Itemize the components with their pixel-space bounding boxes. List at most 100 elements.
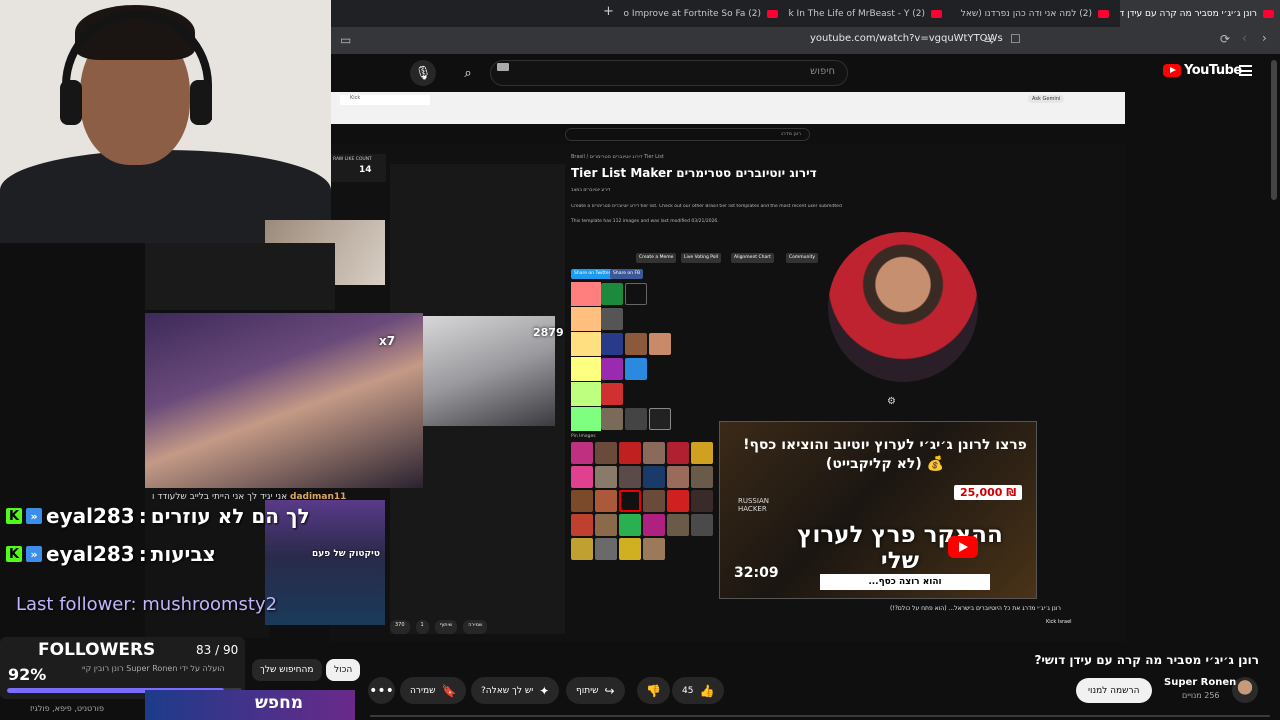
share-label: שיתוף <box>576 685 599 696</box>
pin-item <box>571 514 593 536</box>
chip-all[interactable]: הכול <box>326 659 361 681</box>
tier-row-a <box>571 307 601 331</box>
pin-item <box>595 442 617 464</box>
youtube-logo[interactable]: YouTube <box>1163 63 1242 78</box>
site-settings-icon[interactable]: ⇋ <box>984 33 994 47</box>
tab-breakup-video[interactable]: (2) למה אני ודה כהן נפרדנו (שאל ✕ <box>955 0 1115 27</box>
tier-row-c <box>571 357 601 381</box>
voice-search-icon[interactable]: 🎙 <box>410 60 436 86</box>
pin-item <box>595 466 617 488</box>
keyboard-icon[interactable] <box>497 63 509 71</box>
channel-name[interactable]: Super Ronen <box>1164 677 1236 688</box>
alignment-chart-button: Alignment Chart <box>731 253 774 263</box>
subscriber-count: 256 מנויים <box>1182 691 1220 700</box>
url-field[interactable]: youtube.com/watch?v=vgquWtYTOWs <box>810 33 1003 44</box>
raw-like-counter: RAW LIKE COUNT 14 <box>331 154 386 182</box>
new-tab-button[interactable]: + <box>603 4 614 19</box>
hamburger-menu-icon[interactable] <box>1239 65 1252 76</box>
thumbnail-money-badge: 25,000 ₪ <box>954 485 1023 500</box>
chat-colon: : <box>138 542 147 566</box>
multiplier-badge: x7 <box>379 334 396 348</box>
share-twitter-button: Share on Twitter <box>571 269 614 279</box>
inner-share: שיתוף <box>434 620 458 634</box>
pin-item <box>691 514 713 536</box>
tier-list-page: Brasil / דירוג יוטיוברים סטרימרים Tier L… <box>568 144 842 604</box>
tab-mrbeast-video[interactable]: (2) A Week In The Life of MrBeast - Y <box>788 0 948 27</box>
chip-from-search[interactable]: מהחיפוש שלך <box>252 659 322 681</box>
kick-logo-icon: K <box>6 546 22 562</box>
pin-item <box>691 466 713 488</box>
tier-row-s <box>571 282 601 306</box>
tier-item-thumb <box>601 283 623 305</box>
like-button[interactable]: 👍 45 <box>672 677 725 704</box>
search-input[interactable]: חיפוש <box>490 60 848 86</box>
chat-text: צביעות <box>150 542 216 566</box>
tab-active-video[interactable]: רונן ג׳יג׳י מסביר מה קרה עם עידן דושי? ✕ <box>1120 0 1280 27</box>
subscribe-button[interactable]: הרשמה למנוי <box>1076 678 1152 703</box>
thumbnail-headline: ההאקר פרץ לערוץ שלי <box>797 522 1003 574</box>
youtube-favicon-icon <box>1263 9 1274 18</box>
dislike-button[interactable]: 👎 <box>637 677 670 704</box>
community-button: Community <box>786 253 819 263</box>
thumbnail-caption: והוא רוצה כסף... <box>820 574 990 590</box>
pin-item <box>643 490 665 512</box>
tier-subtitle: דירוג יוטיוברים במצב <box>571 188 611 193</box>
tab-title: (2) How to Improve at Fortnite So Fa <box>624 8 761 19</box>
chat-username: eyal283 <box>46 542 135 566</box>
raw-like-label: RAW LIKE COUNT <box>333 157 372 162</box>
youtube-play-icon <box>1163 64 1181 77</box>
reload-icon[interactable]: ⟳ <box>1220 32 1230 46</box>
chat-message: K » eyal283 : לך הם לא עוזרים <box>6 502 310 530</box>
thumbs-down-icon: 👎 <box>646 683 661 698</box>
up-next-tags: פורטניט, פיפא, פולגיז <box>30 704 104 713</box>
pin-item <box>619 490 641 512</box>
tier-item-thumb <box>601 333 623 355</box>
video-title: רונן ג׳יג׳י מסביר מה קרה עם עידן דושי? <box>1034 653 1259 667</box>
more-actions-button[interactable]: ••• <box>368 677 395 704</box>
share-fb-button: Share on FB <box>610 269 644 279</box>
pin-item <box>643 538 665 560</box>
pin-item <box>691 490 713 512</box>
tier-breadcrumb: Brasil / דירוג יוטיוברים סטרימרים Tier L… <box>571 154 664 160</box>
search-icon[interactable]: ⌕ <box>455 60 481 86</box>
pin-images-label: Pin Images <box>571 434 596 439</box>
tab-fortnite-video[interactable]: (2) How to Improve at Fortnite So Fa <box>624 0 784 27</box>
chat-username: eyal283 <box>46 504 135 528</box>
up-next-thumbnail-text: מחפש <box>255 693 304 713</box>
inner-channel-name: Kick Israel <box>1046 619 1072 625</box>
pin-item <box>571 538 593 560</box>
forward-arrow-icon[interactable]: ‹ <box>1242 31 1247 45</box>
tier-item-thumb <box>649 408 671 430</box>
chat-colon: : <box>138 504 147 528</box>
up-next-thumbnail[interactable]: מחפש <box>145 690 355 720</box>
back-arrow-icon[interactable]: › <box>1262 31 1267 45</box>
last-follower-label: Last follower: mushroomsty2 <box>16 594 278 615</box>
tab-title: (2) למה אני ודה כהן נפרדנו (שאל <box>960 8 1092 19</box>
inner-tab: Kick <box>340 95 430 105</box>
ask-button[interactable]: ✦ יש לך שאלה? <box>471 677 560 704</box>
tier-item-thumb <box>601 383 623 405</box>
cast-icon[interactable]: ▭ <box>340 33 351 47</box>
mini-streamers-label: טיקטוק של פעם <box>312 549 380 559</box>
tier-item-thumb <box>625 358 647 380</box>
bookmark-icon[interactable]: ☐ <box>1010 32 1021 46</box>
inner-search-text: רונן מדרג <box>780 131 801 137</box>
youtube-favicon-icon <box>1098 9 1109 18</box>
inner-ask-gemini-button: Ask Gemini <box>1028 95 1065 103</box>
counter-badge: 2879 <box>533 326 564 339</box>
bookmark-save-icon: 🔖 <box>441 683 457 698</box>
sparkle-icon: ✦ <box>539 683 550 698</box>
streamer-webcam <box>0 0 331 243</box>
youtube-favicon-icon <box>767 9 778 18</box>
page-scrollbar[interactable] <box>1271 60 1277 200</box>
youtube-logo-text: YouTube <box>1184 63 1242 78</box>
pin-item <box>619 514 641 536</box>
raw-like-value: 14 <box>359 165 372 175</box>
pin-item <box>667 514 689 536</box>
chat-message: K » eyal283 : צביעות <box>6 540 216 568</box>
pin-item <box>571 466 593 488</box>
tier-row-e <box>571 407 601 431</box>
save-button[interactable]: 🔖 שמירה <box>400 677 467 704</box>
share-button[interactable]: ↪ שיתוף <box>566 677 625 704</box>
tier-item-thumb <box>649 333 671 355</box>
